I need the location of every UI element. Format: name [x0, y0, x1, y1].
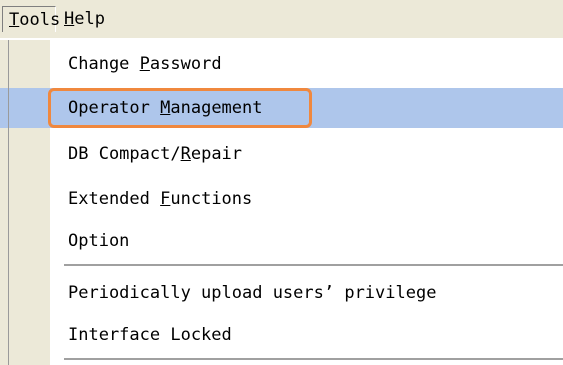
label-mnemonic: R	[180, 144, 191, 164]
menu-item-label: Extended Functions	[68, 179, 252, 219]
menu-help-mnemonic: H	[64, 9, 75, 29]
menu-separator	[64, 264, 563, 267]
menu-item-label: Periodically upload users’ privilege	[68, 273, 436, 313]
menu-item-label: Change Password	[68, 44, 222, 84]
label-text: Periodically upload users’ privilege	[68, 283, 437, 303]
label-text: DB Compact/	[68, 144, 181, 164]
menu-item-extended-functions[interactable]: Extended Functions	[0, 179, 563, 219]
menu-separator-bottom	[64, 358, 563, 361]
menu-help-label-post: elp	[74, 9, 105, 29]
label-mnemonic: P	[139, 54, 150, 74]
label-text-rest: assword	[149, 54, 222, 74]
menu-left-edge	[8, 40, 9, 365]
label-text: Change	[68, 54, 140, 74]
menu-tools[interactable]: Tools	[2, 6, 60, 32]
menu-item-label: Interface Locked	[68, 315, 232, 355]
menu-item-periodically-upload-privilege[interactable]: Periodically upload users’ privilege	[0, 273, 563, 313]
menu-bar: Tools Help	[0, 0, 563, 38]
menu-item-change-password[interactable]: Change Password	[0, 44, 563, 84]
menu-item-option[interactable]: Option	[0, 221, 563, 261]
label-mnemonic: F	[160, 189, 171, 209]
menu-item-interface-locked[interactable]: Interface Locked	[0, 315, 563, 355]
menu-item-label: Operator Management	[68, 88, 263, 128]
label-text-rest: epair	[190, 144, 243, 164]
menu-tools-mnemonic: T	[9, 10, 20, 30]
label-text-rest: anagement	[170, 98, 263, 118]
menu-item-label: Option	[68, 221, 129, 261]
label-text-rest: unctions	[170, 189, 253, 209]
menu-item-operator-management[interactable]: Operator Management	[0, 88, 563, 128]
menu-help[interactable]: Help	[58, 6, 120, 32]
label-mnemonic: M	[160, 98, 171, 118]
menu-item-label: DB Compact/Repair	[68, 134, 242, 174]
label-text: Option	[68, 231, 130, 251]
menu-tools-label-post: ools	[19, 10, 61, 30]
label-text: Extended	[68, 189, 161, 209]
label-text: Interface Locked	[68, 325, 232, 345]
tools-dropdown-menu: Change Password Operator Management DB C…	[0, 40, 563, 365]
label-text: Operator	[68, 98, 161, 118]
menu-item-db-compact-repair[interactable]: DB Compact/Repair	[0, 134, 563, 174]
